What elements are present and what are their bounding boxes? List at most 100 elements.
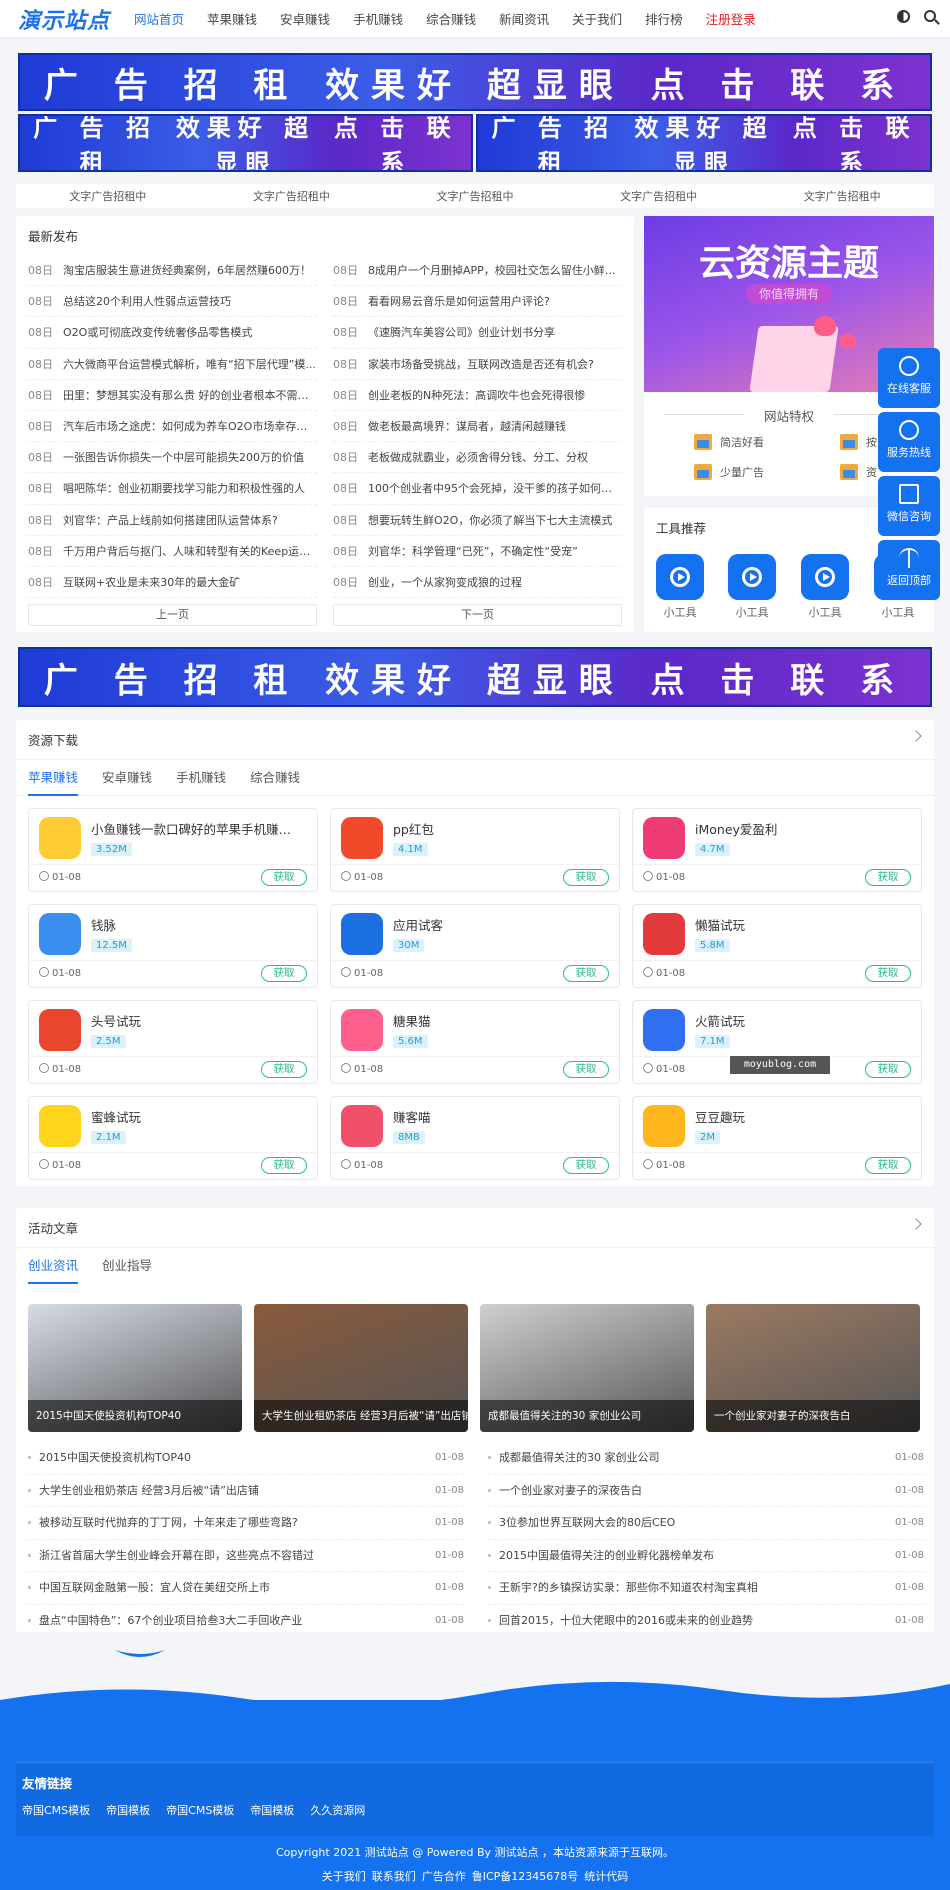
footer-link[interactable]: 统计代码 [584,1870,628,1883]
resource-card[interactable]: iMoney爱盈利 4.7M 01-08 获取 [632,808,922,892]
search-icon[interactable] [924,10,936,22]
tab-general[interactable]: 综合赚钱 [250,760,300,796]
tab-mobile[interactable]: 手机赚钱 [176,760,226,796]
news-item[interactable]: 08日 千万用户背后与抠门、人味和转型有关的Keep运营... [28,536,317,567]
news-item[interactable]: 08日 刘官华：产品上线前如何搭建团队运营体系? [28,505,317,536]
article-item[interactable]: 大学生创业租奶茶店 经营3月后被“请”出店铺 01-08 [28,1475,464,1508]
tab-startup-guide[interactable]: 创业指导 [102,1248,152,1284]
news-item[interactable]: 08日 8成用户一个月删掉APP，校园社交怎么留住小鲜肉... [333,255,622,287]
text-ad[interactable]: 文字广告招租中 [620,188,697,204]
next-page-button[interactable]: 下一页 [333,604,622,627]
get-button[interactable]: 获取 [261,965,307,982]
get-button[interactable]: 获取 [261,869,307,886]
text-ad[interactable]: 文字广告招租中 [804,188,881,204]
news-item[interactable]: 08日 100个创业者中95个会死掉，没干爹的孩子如何避免... [333,473,622,505]
nav-about[interactable]: 关于我们 [572,9,622,28]
news-item[interactable]: 08日 看看网易云音乐是如何运营用户评论? [333,286,622,318]
article-thumbnail[interactable]: 成都最值得关注的30 家创业公司 [480,1304,694,1432]
resource-card[interactable]: 应用试客 30M 01-08 获取 [330,904,620,988]
tool-item[interactable]: 小工具 [728,554,776,620]
nav-apple[interactable]: 苹果赚钱 [207,9,257,28]
news-item[interactable]: 08日 O2O或可彻底改变传统奢侈品零售模式 [28,317,317,349]
get-button[interactable]: 获取 [865,1061,911,1078]
ad-banner-middle[interactable]: 广 告 招 租 效果好 超显眼 点 击 联 系 [18,647,932,707]
article-item[interactable]: 成都最值得关注的30 家创业公司 01-08 [488,1442,924,1475]
resource-card[interactable]: 懒猫试玩 5.8M 01-08 获取 [632,904,922,988]
tab-android[interactable]: 安卓赚钱 [102,760,152,796]
get-button[interactable]: 获取 [563,869,609,886]
article-item[interactable]: 王新宇?的乡镇探访实录：那些你不知道农村淘宝真相 01-08 [488,1572,924,1605]
get-button[interactable]: 获取 [563,1061,609,1078]
hotline-button[interactable]: 服务热线 [878,412,940,472]
get-button[interactable]: 获取 [865,1157,911,1174]
ad-banner-left[interactable]: 广 告 招 租 效果好 超显眼 点 击 联 系 [18,114,473,172]
resource-card[interactable]: 钱脉 12.5M 01-08 获取 [28,904,318,988]
nav-home[interactable]: 网站首页 [134,9,184,28]
resource-card[interactable]: 赚客喵 8MB 01-08 获取 [330,1096,620,1180]
article-thumbnail[interactable]: 2015中国天使投资机构TOP40 [28,1304,242,1432]
nav-ranking[interactable]: 排行榜 [645,9,683,28]
news-item[interactable]: 08日 汽车后市场之途虎：如何成为养车O2O市场幸存者的 [28,411,317,443]
text-ad[interactable]: 文字广告招租中 [436,188,513,204]
ad-banner-top[interactable]: 广 告 招 租 效果好 超显眼 点 击 联 系 [18,53,932,111]
tab-apple[interactable]: 苹果赚钱 [28,760,79,796]
footer-link[interactable]: 广告合作 [422,1870,466,1883]
friend-link[interactable]: 帝国CMS模板 [22,1802,90,1818]
article-item[interactable]: 回首2015，十位大佬眼中的2016或未来的创业趋势 01-08 [488,1605,924,1638]
resource-card[interactable]: 蜜蜂试玩 2.1M 01-08 获取 [28,1096,318,1180]
news-item[interactable]: 08日 六大微商平台运营模式解析，唯有“招下层代理”模... [28,349,317,380]
tab-startup-news[interactable]: 创业资讯 [28,1248,79,1284]
news-item[interactable]: 08日 做老板最高境界：谋局者，越清闲越赚钱 [333,411,622,443]
back-to-top-button[interactable]: 返回顶部 [878,540,940,600]
news-item[interactable]: 08日 总结这20个利用人性弱点运营技巧 [28,286,317,318]
get-button[interactable]: 获取 [261,1157,307,1174]
news-item[interactable]: 08日 互联网+农业是未来30年的最大金矿 [28,567,317,599]
text-ad[interactable]: 文字广告招租中 [69,188,146,204]
news-item[interactable]: 08日 一张图告诉你损失一个中层可能损失200万的价值 [28,442,317,474]
nav-login[interactable]: 注册登录 [706,9,756,28]
news-item[interactable]: 08日 唱吧陈华：创业初期要找学习能力和积极性强的人 [28,473,317,505]
article-thumbnail[interactable]: 一个创业家对妻子的深夜告白 [706,1304,920,1432]
news-item[interactable]: 08日 田里：梦想其实没有那么贵 好的创业者根本不需要... [28,380,317,411]
article-item[interactable]: 2015中国天使投资机构TOP40 01-08 [28,1442,464,1475]
site-logo[interactable]: 演示站点 [18,3,110,35]
friend-link[interactable]: 帝国模板 [250,1802,294,1818]
tool-item[interactable]: 小工具 [801,554,849,620]
news-item[interactable]: 08日 老板做成就霸业，必须舍得分钱、分工、分权 [333,442,622,474]
text-ad[interactable]: 文字广告招租中 [253,188,330,204]
nav-mobile[interactable]: 手机赚钱 [353,9,403,28]
article-item[interactable]: 3位参加世界互联网大会的80后CEO 01-08 [488,1507,924,1540]
get-button[interactable]: 获取 [261,1061,307,1078]
article-item[interactable]: 盘点“中国特色”：67个创业项目拾叁3大二手回收产业 01-08 [28,1605,464,1638]
news-item[interactable]: 08日 家装市场备受挑战，互联网改造是否还有机会? [333,349,622,380]
article-item[interactable]: 2015中国最值得关注的创业孵化器榜单发布 01-08 [488,1540,924,1573]
news-item[interactable]: 08日 《速腾汽车美容公司》创业计划书分享 [333,317,622,349]
news-item[interactable]: 08日 创业，一个从家狗变成狼的过程 [333,567,622,599]
news-item[interactable]: 08日 创业老板的N种死法：高调吹牛也会死得很惨 [333,380,622,411]
tool-item[interactable]: 小工具 [656,554,704,620]
friend-link[interactable]: 帝国模板 [106,1802,150,1818]
get-button[interactable]: 获取 [563,965,609,982]
friend-link[interactable]: 久久资源网 [310,1802,365,1818]
wechat-button[interactable]: 微信咨询 [878,476,940,536]
news-item[interactable]: 08日 想要玩转生鲜O2O，你必须了解当下七大主流模式 [333,505,622,536]
get-button[interactable]: 获取 [865,869,911,886]
footer-link[interactable]: 关于我们 [322,1870,366,1883]
article-thumbnail[interactable]: 大学生创业租奶茶店 经营3月后被“请”出店铺 [254,1304,468,1432]
resource-card[interactable]: 糖果猫 5.6M 01-08 获取 [330,1000,620,1084]
nav-android[interactable]: 安卓赚钱 [280,9,330,28]
get-button[interactable]: 获取 [563,1157,609,1174]
news-item[interactable]: 08日 淘宝店服装生意进货经典案例，6年居然赚600万！ [28,255,317,287]
resource-card[interactable]: 豆豆趣玩 2M 01-08 获取 [632,1096,922,1180]
ad-banner-right[interactable]: 广 告 招 租 效果好 超显眼 点 击 联 系 [476,114,932,172]
resource-card[interactable]: pp红包 4.1M 01-08 获取 [330,808,620,892]
online-service-button[interactable]: 在线客服 [878,348,940,408]
article-item[interactable]: 中国互联网金融第一股：宜人贷在美纽交所上市 01-08 [28,1572,464,1605]
friend-link[interactable]: 帝国CMS模板 [166,1802,234,1818]
article-item[interactable]: 被移动互联时代抛弃的丁丁网，十年来走了哪些弯路? 01-08 [28,1507,464,1540]
news-item[interactable]: 08日 刘官华：科学管理“已死”，不确定性“受宠” [333,536,622,567]
prev-page-button[interactable]: 上一页 [28,604,317,627]
article-item[interactable]: 一个创业家对妻子的深夜告白 01-08 [488,1475,924,1508]
nav-general[interactable]: 综合赚钱 [426,9,476,28]
resource-card[interactable]: 头号试玩 2.5M 01-08 获取 [28,1000,318,1084]
